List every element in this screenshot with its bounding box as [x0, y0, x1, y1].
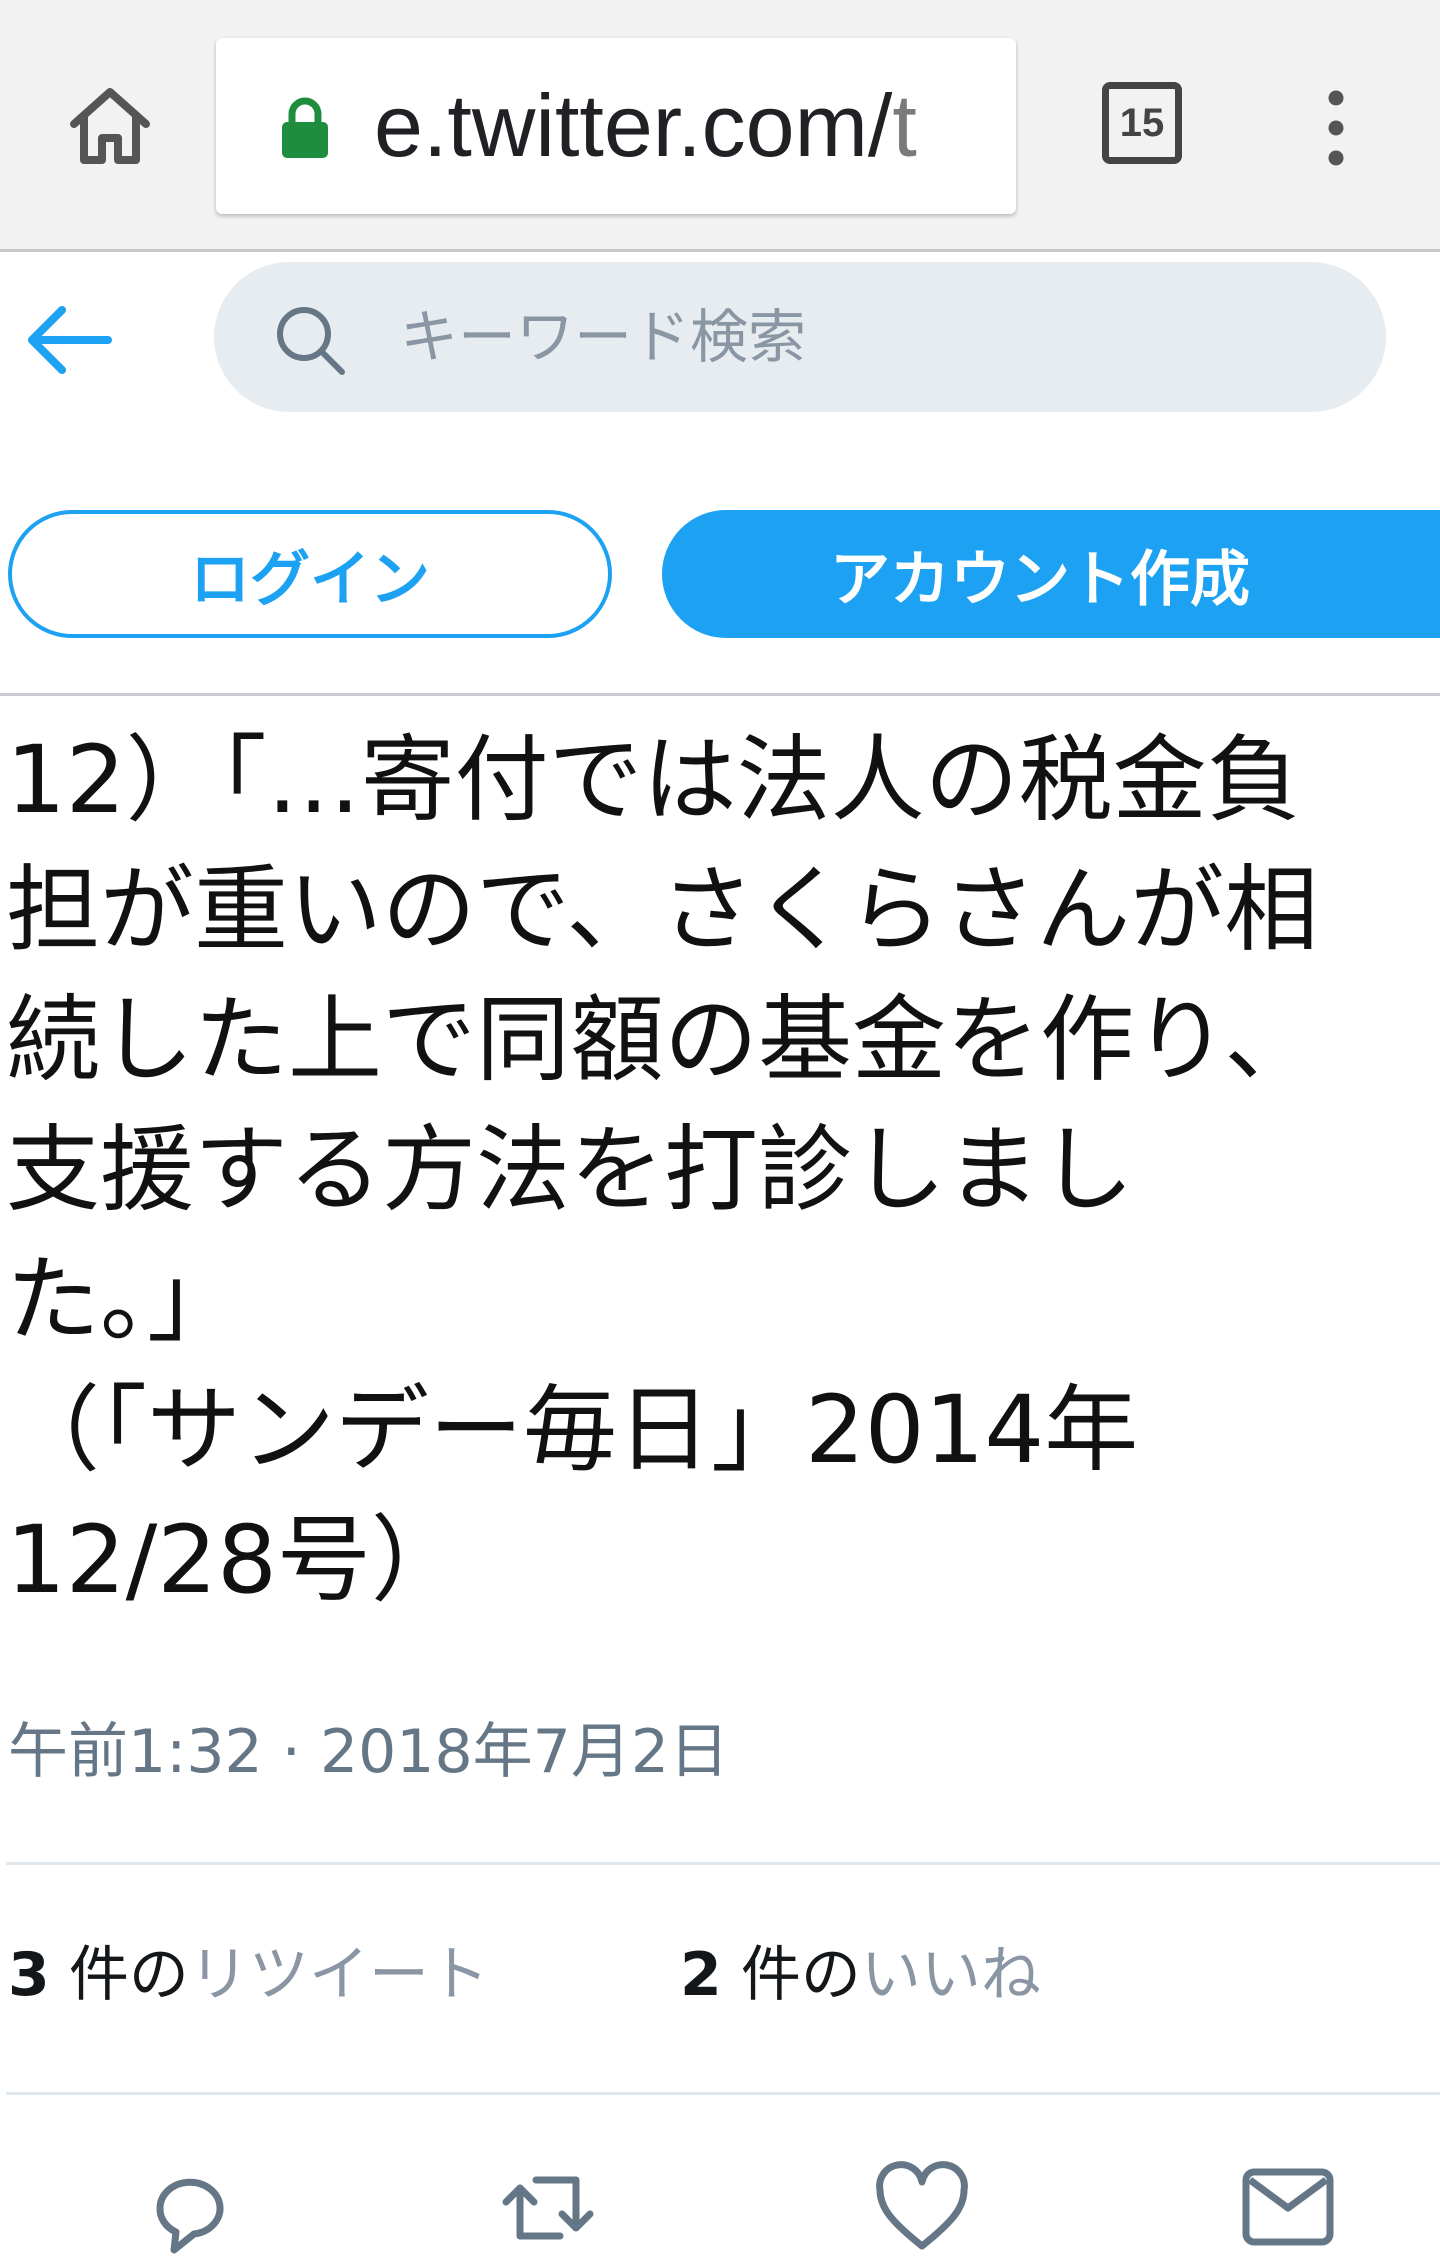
- retweet-unit: 件の: [49, 1940, 189, 2010]
- home-icon[interactable]: [62, 78, 158, 174]
- direct-message-icon[interactable]: [1238, 2158, 1338, 2258]
- retweet-icon[interactable]: [498, 2158, 598, 2258]
- tweet-text: 12）「…寄付では法人の税金負 担が重いので、さくらさんが相 続した上で同額の基…: [6, 726, 1319, 1615]
- like-label: いいね: [860, 1940, 1041, 2010]
- divider: [0, 693, 1440, 696]
- retweet-label: リツイート: [188, 1940, 489, 2010]
- back-arrow-icon[interactable]: [22, 292, 118, 388]
- tweet-timestamp[interactable]: 午前1:32 · 2018年7月2日: [8, 1712, 729, 1792]
- reply-icon[interactable]: [140, 2158, 240, 2258]
- address-bar[interactable]: e.twitter.com/t: [216, 38, 1016, 214]
- retweet-count-link[interactable]: 3 件のリツイート: [8, 1935, 489, 2015]
- divider: [6, 1862, 1440, 1865]
- like-icon[interactable]: [872, 2158, 972, 2258]
- browser-toolbar: e.twitter.com/t 15: [0, 0, 1440, 252]
- search-bar[interactable]: キーワード検索: [214, 262, 1386, 412]
- url-path: t: [892, 76, 917, 175]
- search-icon: [272, 302, 348, 378]
- login-button[interactable]: ログイン: [8, 510, 612, 638]
- lock-icon: [278, 94, 332, 160]
- like-count-link[interactable]: 2 件のいいね: [680, 1935, 1041, 2015]
- like-count: 2: [680, 1940, 722, 2010]
- url-text: e.twitter.com/t: [374, 78, 917, 174]
- tab-switcher-icon[interactable]: 15: [1102, 82, 1182, 164]
- retweet-count: 3: [8, 1940, 50, 2010]
- search-input[interactable]: キーワード検索: [400, 302, 806, 372]
- more-vertical-icon[interactable]: [1316, 88, 1356, 168]
- signup-button[interactable]: アカウント作成: [662, 510, 1440, 638]
- divider: [6, 2092, 1440, 2095]
- like-unit: 件の: [721, 1940, 861, 2010]
- tab-count: 15: [1119, 100, 1165, 145]
- url-host: e.twitter.com/: [374, 76, 893, 175]
